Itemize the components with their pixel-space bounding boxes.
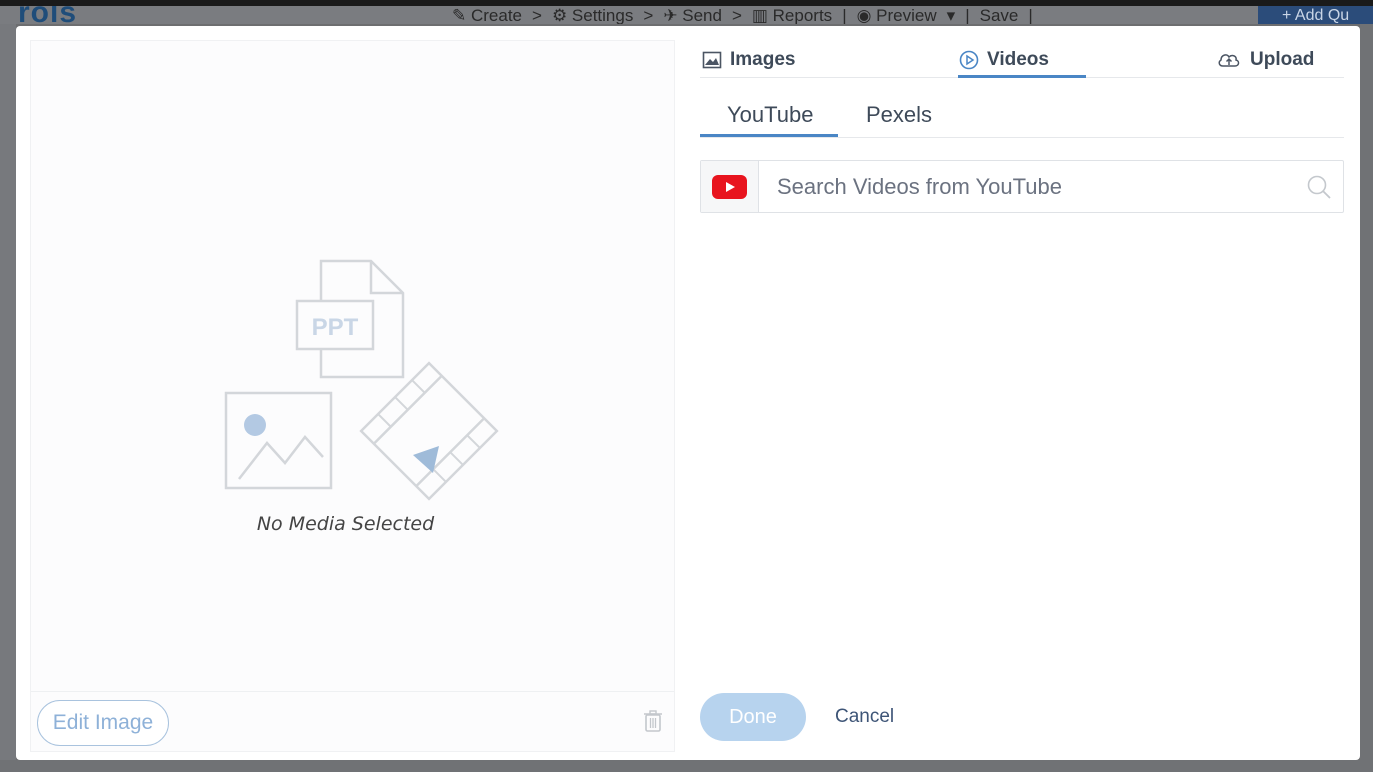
cloud-upload-icon — [1218, 54, 1240, 67]
background-crumb: ✎ Create — [452, 6, 522, 24]
background-crumb-separator: | — [1028, 6, 1033, 24]
search-input[interactable] — [765, 161, 1295, 212]
tab-pexels[interactable]: Pexels — [866, 102, 932, 128]
background-overlay-right — [1360, 24, 1373, 772]
background-crumb-separator: > — [731, 6, 742, 24]
done-button[interactable]: Done — [700, 693, 806, 741]
no-media-label: No Media Selected — [256, 513, 435, 535]
no-media-illustration: PPT — [224, 259, 499, 501]
tab-videos-label: Videos — [987, 49, 1049, 70]
media-preview-pane: PPT No Media Selected Edit Image — [30, 40, 675, 752]
film-strip-icon — [359, 361, 499, 501]
preview-footer: Edit Image — [31, 691, 674, 751]
background-crumb-separator: | — [842, 6, 847, 24]
search-icon[interactable] — [1305, 173, 1333, 201]
tab-videos[interactable]: Videos — [959, 42, 1049, 78]
active-subtab-indicator — [700, 134, 838, 137]
youtube-search-box — [700, 160, 1344, 213]
youtube-icon — [712, 175, 747, 199]
tab-images[interactable]: Images — [702, 42, 795, 78]
media-picker-modal: PPT No Media Selected Edit Image Images … — [16, 26, 1360, 760]
play-circle-icon — [959, 50, 979, 70]
background-logo: rols — [18, 0, 78, 24]
background-crumb: ▾ — [946, 6, 956, 24]
background-add-button: + Add Qu — [1258, 6, 1373, 24]
youtube-logo-cell — [701, 161, 759, 212]
trash-icon[interactable] — [643, 710, 663, 732]
ppt-badge: PPT — [312, 314, 359, 341]
active-tab-indicator — [958, 75, 1086, 78]
tab-upload-label: Upload — [1250, 49, 1315, 70]
background-crumb: ◉ Preview — [856, 6, 937, 24]
picture-icon — [224, 391, 333, 490]
tab-upload[interactable]: Upload — [1216, 42, 1314, 78]
background-overlay-left — [0, 24, 16, 772]
background-crumb: Save — [979, 6, 1019, 24]
tab-images-label: Images — [730, 49, 796, 70]
background-crumb-separator: > — [643, 6, 654, 24]
background-app-header: rols ✎ Create > ⚙ Settings > ✈ Send > ▥ … — [0, 0, 1373, 24]
image-icon — [702, 51, 722, 69]
cancel-button[interactable]: Cancel — [835, 706, 894, 728]
background-overlay-bottom — [0, 760, 1373, 772]
background-crumb: ✈ Send — [663, 6, 722, 24]
background-crumb: ▥ Reports — [751, 6, 833, 24]
media-type-tabs: Images Videos Upload — [700, 38, 1344, 78]
background-crumb-separator: | — [965, 6, 970, 24]
background-crumb-separator: > — [532, 6, 542, 24]
background-crumb: ⚙ Settings — [551, 6, 634, 24]
background-breadcrumbs: ✎ Create > ⚙ Settings > ✈ Send > ▥ Repor… — [452, 6, 1033, 24]
media-source-pane: Images Videos Upload YouTube Pexels Sear… — [700, 26, 1360, 760]
tab-youtube[interactable]: YouTube — [727, 102, 813, 128]
edit-image-button[interactable]: Edit Image — [37, 700, 169, 746]
video-source-tabs: YouTube Pexels — [700, 96, 1344, 138]
